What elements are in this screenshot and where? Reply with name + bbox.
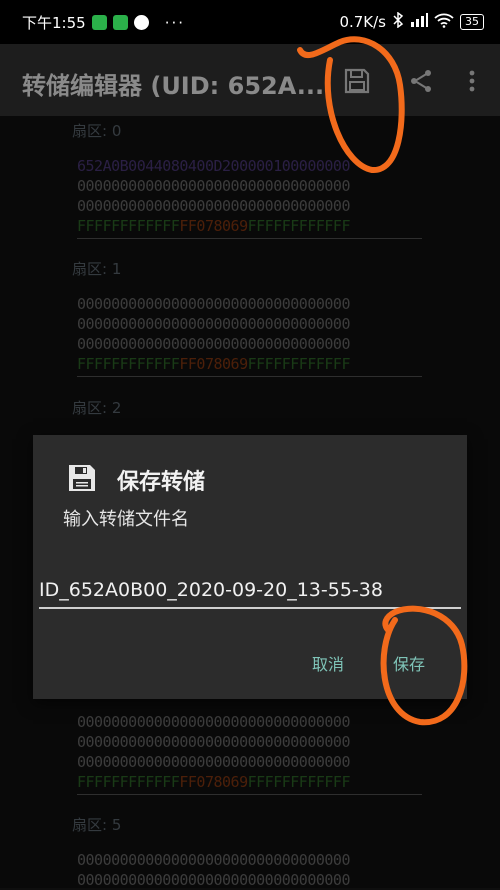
wechat-icon — [91, 15, 107, 30]
wifi-icon — [434, 13, 454, 32]
floppy-disk-icon — [69, 465, 95, 491]
dialog-title: 保存转储 — [117, 470, 206, 495]
share-icon — [411, 70, 431, 92]
more-vert-icon — [469, 70, 475, 92]
network-speed: 0.7K/s — [339, 13, 386, 31]
status-bar: 下午1:55 ··· 0.7K/s 35 — [0, 0, 500, 44]
cancel-button[interactable]: 取消 — [312, 651, 344, 675]
status-time: 下午1:55 — [22, 14, 86, 32]
floppy-disk-icon — [344, 68, 370, 94]
wechat-icon — [112, 15, 128, 30]
filename-input[interactable] — [39, 573, 461, 609]
qq-icon — [133, 15, 149, 30]
save-button[interactable]: 保存 — [393, 651, 425, 675]
save-dump-dialog: 保存转储 输入转储文件名 取消 保存 — [33, 435, 467, 699]
app-toolbar: 转储编辑器 (UID: 652A... — [0, 44, 500, 116]
more-notifications-icon: ··· — [164, 13, 185, 32]
battery-indicator: 35 — [460, 14, 484, 30]
signal-icon — [410, 13, 428, 31]
bluetooth-icon — [392, 11, 404, 32]
overflow-menu-button[interactable] — [455, 64, 489, 98]
toolbar-title: 转储编辑器 (UID: 652A... — [22, 72, 325, 100]
dialog-message: 输入转储文件名 — [63, 509, 189, 530]
save-dump-button[interactable] — [340, 64, 374, 98]
share-button[interactable] — [404, 64, 438, 98]
